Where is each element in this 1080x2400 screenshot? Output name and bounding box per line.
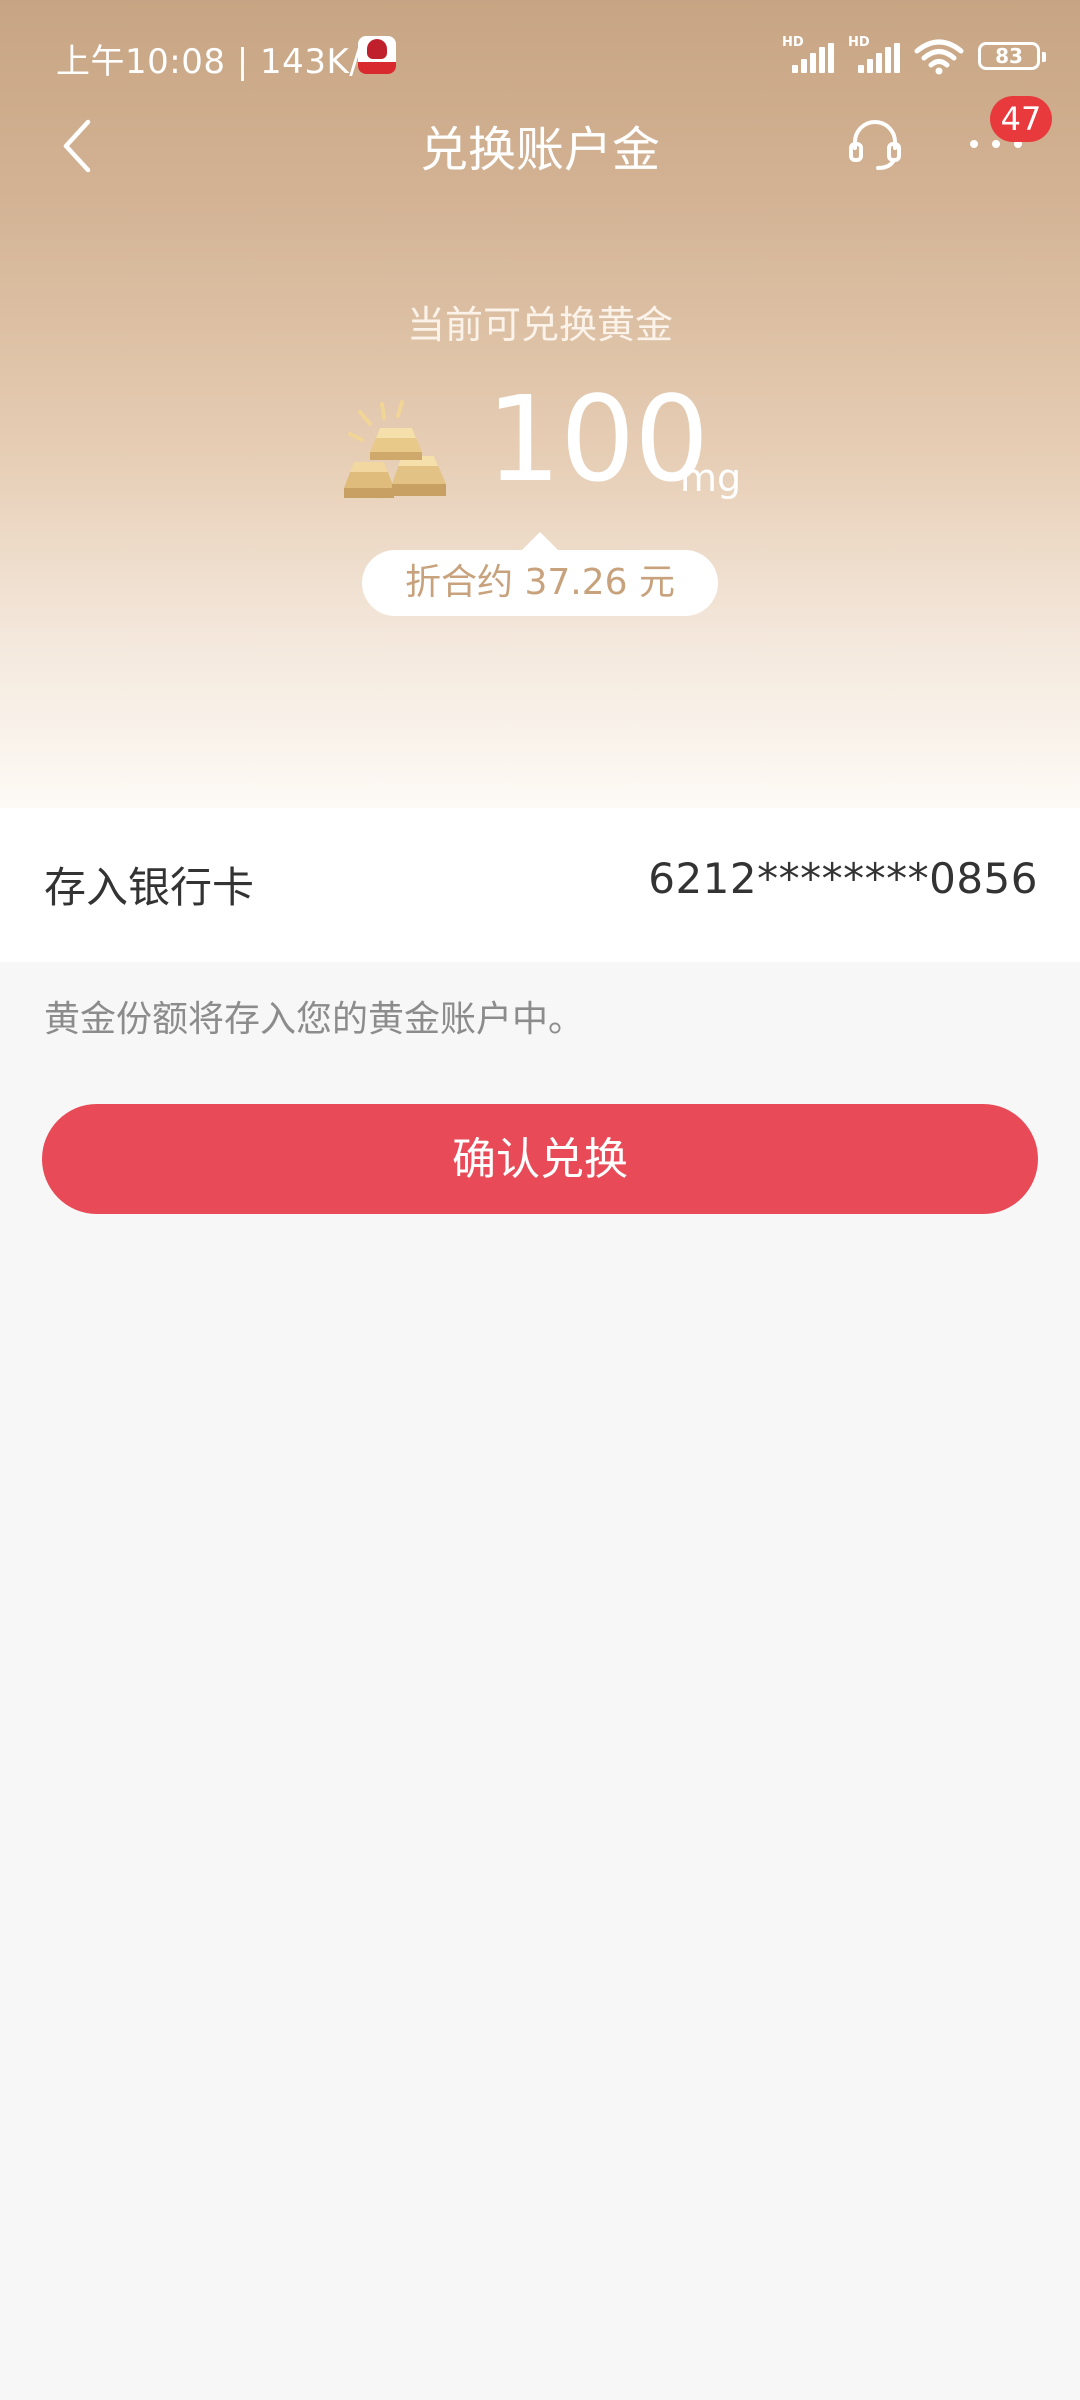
deposit-note: 黄金份额将存入您的黄金账户中。 <box>44 999 585 1040</box>
page-title: 兑换账户金 <box>419 122 660 178</box>
cellular-signal-icon-2: HD <box>848 35 900 75</box>
gold-amount: 100 <box>486 370 709 508</box>
status-indicators: HD HD 83 <box>782 35 1046 76</box>
equivalent-value-text: 折合约 37.26 元 <box>405 562 675 603</box>
notification-badge: 47 <box>990 96 1052 142</box>
customer-service-headset-icon[interactable] <box>846 114 904 172</box>
status-time: 上午10:08 | 143K/s <box>56 42 380 82</box>
wifi-icon <box>914 39 964 75</box>
battery-level: 83 <box>995 44 1023 68</box>
gold-unit: mg <box>680 456 742 500</box>
bank-card-row[interactable]: 存入银行卡 6212********0856 <box>0 808 1080 962</box>
bank-card-number: 6212********0856 <box>648 854 1038 903</box>
gold-bars-icon <box>344 400 446 498</box>
confirm-exchange-button[interactable]: 确认兑换 <box>42 1104 1038 1214</box>
app-notification-icon <box>358 36 396 74</box>
equivalent-value-pill: 折合约 37.26 元 <box>362 532 718 616</box>
battery-icon: 83 <box>978 42 1046 70</box>
gold-caption: 当前可兑换黄金 <box>406 303 673 347</box>
cellular-signal-icon: HD <box>782 35 834 75</box>
bank-card-label: 存入银行卡 <box>44 863 255 912</box>
status-bar: 上午10:08 | 143K/s HD HD 83 <box>0 0 1080 108</box>
